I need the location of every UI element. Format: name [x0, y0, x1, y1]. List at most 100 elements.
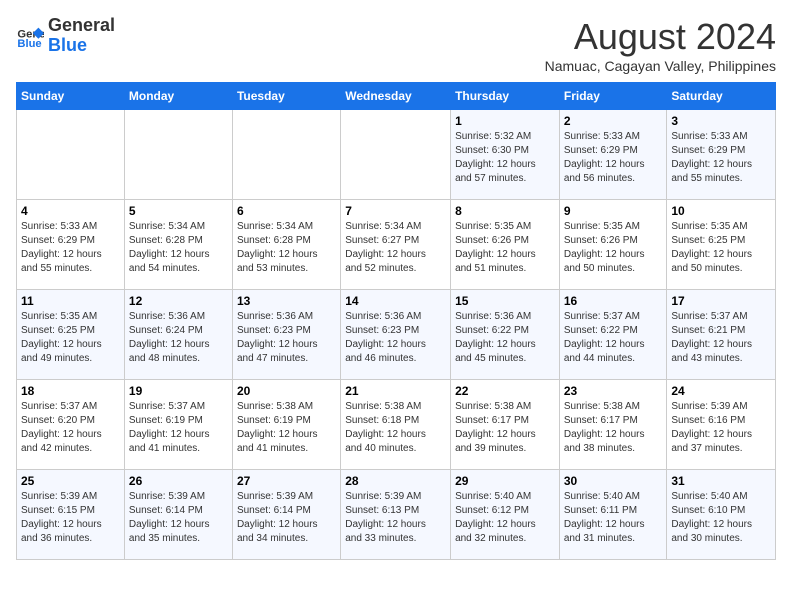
- day-info: Sunrise: 5:32 AM Sunset: 6:30 PM Dayligh…: [455, 130, 555, 186]
- day-info: Sunrise: 5:39 AM Sunset: 6:16 PM Dayligh…: [671, 400, 771, 456]
- day-header-friday: Friday: [559, 83, 667, 110]
- week-row-3: 11 Sunrise: 5:35 AM Sunset: 6:25 PM Dayli…: [17, 290, 776, 380]
- day-info: Sunrise: 5:33 AM Sunset: 6:29 PM Dayligh…: [21, 220, 120, 276]
- day-info: Sunrise: 5:34 AM Sunset: 6:27 PM Dayligh…: [345, 220, 446, 276]
- day-number: 23: [564, 384, 663, 398]
- day-number: 1: [455, 114, 555, 128]
- day-number: 19: [129, 384, 228, 398]
- week-row-2: 4 Sunrise: 5:33 AM Sunset: 6:29 PM Daylig…: [17, 200, 776, 290]
- day-info: Sunrise: 5:33 AM Sunset: 6:29 PM Dayligh…: [564, 130, 663, 186]
- day-info: Sunrise: 5:39 AM Sunset: 6:14 PM Dayligh…: [237, 490, 336, 546]
- day-number: 29: [455, 474, 555, 488]
- day-info: Sunrise: 5:37 AM Sunset: 6:21 PM Dayligh…: [671, 310, 771, 366]
- day-info: Sunrise: 5:33 AM Sunset: 6:29 PM Dayligh…: [671, 130, 771, 186]
- day-header-wednesday: Wednesday: [341, 83, 451, 110]
- day-number: 13: [237, 294, 336, 308]
- logo-icon: General Blue: [16, 22, 44, 50]
- day-number: 17: [671, 294, 771, 308]
- calendar-cell: 3 Sunrise: 5:33 AM Sunset: 6:29 PM Daylig…: [667, 110, 776, 200]
- day-info: Sunrise: 5:36 AM Sunset: 6:22 PM Dayligh…: [455, 310, 555, 366]
- day-header-monday: Monday: [124, 83, 232, 110]
- day-info: Sunrise: 5:34 AM Sunset: 6:28 PM Dayligh…: [129, 220, 228, 276]
- week-row-4: 18 Sunrise: 5:37 AM Sunset: 6:20 PM Dayli…: [17, 380, 776, 470]
- calendar-cell: [341, 110, 451, 200]
- calendar-cell: [124, 110, 232, 200]
- calendar-cell: 8 Sunrise: 5:35 AM Sunset: 6:26 PM Daylig…: [451, 200, 560, 290]
- calendar-cell: 13 Sunrise: 5:36 AM Sunset: 6:23 PM Dayli…: [232, 290, 340, 380]
- calendar-cell: 2 Sunrise: 5:33 AM Sunset: 6:29 PM Daylig…: [559, 110, 667, 200]
- calendar-cell: 27 Sunrise: 5:39 AM Sunset: 6:14 PM Dayli…: [232, 470, 340, 560]
- day-info: Sunrise: 5:38 AM Sunset: 6:18 PM Dayligh…: [345, 400, 446, 456]
- day-number: 2: [564, 114, 663, 128]
- day-info: Sunrise: 5:35 AM Sunset: 6:25 PM Dayligh…: [21, 310, 120, 366]
- calendar-cell: 26 Sunrise: 5:39 AM Sunset: 6:14 PM Dayli…: [124, 470, 232, 560]
- calendar-cell: 31 Sunrise: 5:40 AM Sunset: 6:10 PM Dayli…: [667, 470, 776, 560]
- day-number: 9: [564, 204, 663, 218]
- day-info: Sunrise: 5:35 AM Sunset: 6:26 PM Dayligh…: [455, 220, 555, 276]
- day-number: 11: [21, 294, 120, 308]
- calendar-cell: 20Sunrise: 5:38 AM Sunset: 6:19 PM Dayli…: [232, 380, 340, 470]
- day-header-thursday: Thursday: [451, 83, 560, 110]
- month-year: August 2024: [545, 16, 776, 58]
- calendar-cell: 28 Sunrise: 5:39 AM Sunset: 6:13 PM Dayli…: [341, 470, 451, 560]
- calendar-cell: 30Sunrise: 5:40 AM Sunset: 6:11 PM Dayli…: [559, 470, 667, 560]
- calendar-cell: 18 Sunrise: 5:37 AM Sunset: 6:20 PM Dayli…: [17, 380, 125, 470]
- logo: General Blue General Blue: [16, 16, 115, 56]
- day-header-tuesday: Tuesday: [232, 83, 340, 110]
- day-number: 28: [345, 474, 446, 488]
- calendar-cell: 14 Sunrise: 5:36 AM Sunset: 6:23 PM Dayli…: [341, 290, 451, 380]
- calendar-cell: 4 Sunrise: 5:33 AM Sunset: 6:29 PM Daylig…: [17, 200, 125, 290]
- title-section: August 2024 Namuac, Cagayan Valley, Phil…: [545, 16, 776, 74]
- day-number: 10: [671, 204, 771, 218]
- day-number: 26: [129, 474, 228, 488]
- day-number: 3: [671, 114, 771, 128]
- day-number: 21: [345, 384, 446, 398]
- day-number: 25: [21, 474, 120, 488]
- calendar-cell: 17 Sunrise: 5:37 AM Sunset: 6:21 PM Dayli…: [667, 290, 776, 380]
- day-number: 24: [671, 384, 771, 398]
- day-number: 7: [345, 204, 446, 218]
- day-info: Sunrise: 5:38 AM Sunset: 6:19 PM Dayligh…: [237, 400, 336, 456]
- day-info: Sunrise: 5:34 AM Sunset: 6:28 PM Dayligh…: [237, 220, 336, 276]
- calendar-cell: 9 Sunrise: 5:35 AM Sunset: 6:26 PM Daylig…: [559, 200, 667, 290]
- calendar-cell: 21 Sunrise: 5:38 AM Sunset: 6:18 PM Dayli…: [341, 380, 451, 470]
- calendar-cell: 1 Sunrise: 5:32 AM Sunset: 6:30 PM Daylig…: [451, 110, 560, 200]
- day-info: Sunrise: 5:37 AM Sunset: 6:19 PM Dayligh…: [129, 400, 228, 456]
- calendar-cell: 5Sunrise: 5:34 AM Sunset: 6:28 PM Daylig…: [124, 200, 232, 290]
- calendar-cell: 19 Sunrise: 5:37 AM Sunset: 6:19 PM Dayli…: [124, 380, 232, 470]
- location: Namuac, Cagayan Valley, Philippines: [545, 58, 776, 74]
- logo-text: General Blue: [48, 16, 115, 56]
- day-info: Sunrise: 5:36 AM Sunset: 6:23 PM Dayligh…: [237, 310, 336, 366]
- calendar-cell: 29 Sunrise: 5:40 AM Sunset: 6:12 PM Dayli…: [451, 470, 560, 560]
- day-info: Sunrise: 5:38 AM Sunset: 6:17 PM Dayligh…: [455, 400, 555, 456]
- day-number: 12: [129, 294, 228, 308]
- day-info: Sunrise: 5:37 AM Sunset: 6:20 PM Dayligh…: [21, 400, 120, 456]
- day-number: 18: [21, 384, 120, 398]
- calendar-cell: 23 Sunrise: 5:38 AM Sunset: 6:17 PM Dayli…: [559, 380, 667, 470]
- day-info: Sunrise: 5:36 AM Sunset: 6:24 PM Dayligh…: [129, 310, 228, 366]
- day-number: 15: [455, 294, 555, 308]
- calendar-cell: 15 Sunrise: 5:36 AM Sunset: 6:22 PM Dayli…: [451, 290, 560, 380]
- day-info: Sunrise: 5:40 AM Sunset: 6:12 PM Dayligh…: [455, 490, 555, 546]
- calendar-table: SundayMondayTuesdayWednesdayThursdayFrid…: [16, 82, 776, 560]
- day-info: Sunrise: 5:40 AM Sunset: 6:10 PM Dayligh…: [671, 490, 771, 546]
- day-info: Sunrise: 5:38 AM Sunset: 6:17 PM Dayligh…: [564, 400, 663, 456]
- day-number: 27: [237, 474, 336, 488]
- calendar-cell: [17, 110, 125, 200]
- calendar-cell: 22Sunrise: 5:38 AM Sunset: 6:17 PM Dayli…: [451, 380, 560, 470]
- calendar-cell: 11 Sunrise: 5:35 AM Sunset: 6:25 PM Dayli…: [17, 290, 125, 380]
- day-number: 30: [564, 474, 663, 488]
- day-number: 16: [564, 294, 663, 308]
- day-info: Sunrise: 5:39 AM Sunset: 6:13 PM Dayligh…: [345, 490, 446, 546]
- calendar-cell: 24 Sunrise: 5:39 AM Sunset: 6:16 PM Dayli…: [667, 380, 776, 470]
- day-info: Sunrise: 5:35 AM Sunset: 6:26 PM Dayligh…: [564, 220, 663, 276]
- day-info: Sunrise: 5:39 AM Sunset: 6:14 PM Dayligh…: [129, 490, 228, 546]
- day-number: 31: [671, 474, 771, 488]
- calendar-cell: 7 Sunrise: 5:34 AM Sunset: 6:27 PM Daylig…: [341, 200, 451, 290]
- week-row-5: 25Sunrise: 5:39 AM Sunset: 6:15 PM Dayli…: [17, 470, 776, 560]
- day-number: 4: [21, 204, 120, 218]
- day-number: 14: [345, 294, 446, 308]
- day-number: 8: [455, 204, 555, 218]
- day-info: Sunrise: 5:36 AM Sunset: 6:23 PM Dayligh…: [345, 310, 446, 366]
- week-row-1: 1 Sunrise: 5:32 AM Sunset: 6:30 PM Daylig…: [17, 110, 776, 200]
